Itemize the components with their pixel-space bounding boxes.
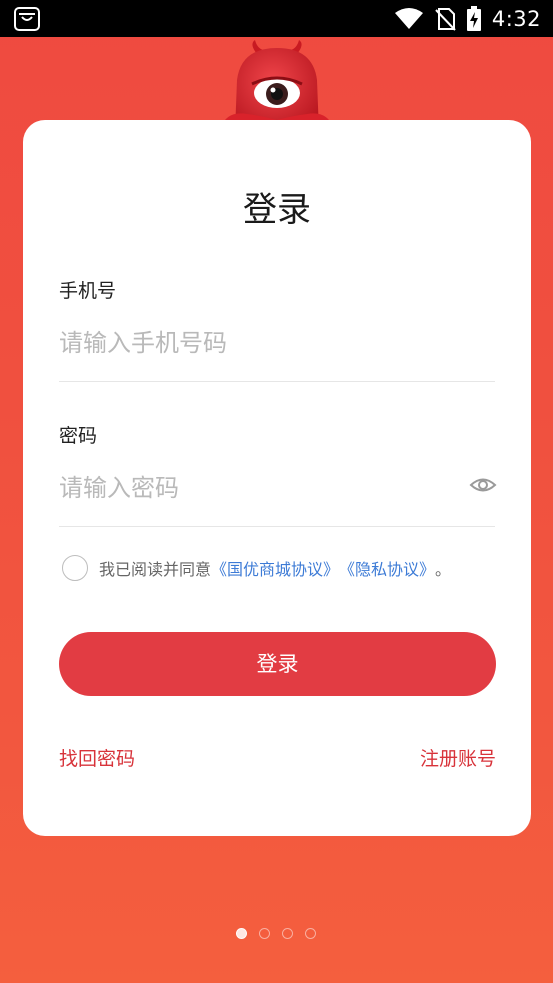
privacy-link[interactable]: 《隐私协议》 (339, 556, 435, 580)
page-indicator (236, 928, 316, 939)
phone-label: 手机号 (59, 280, 117, 302)
password-input[interactable] (59, 468, 459, 508)
status-bar: 4:32 (0, 0, 553, 37)
page-dot[interactable] (305, 928, 316, 939)
agreement-checkbox[interactable] (62, 555, 88, 581)
status-icons: 4:32 (394, 5, 541, 33)
eye-icon[interactable] (469, 473, 497, 497)
register-link[interactable]: 注册账号 (420, 744, 496, 771)
no-sim-icon (435, 8, 456, 31)
password-label: 密码 (59, 425, 98, 447)
status-time: 4:32 (491, 7, 541, 31)
shopping-bag-icon (14, 7, 40, 31)
agreement-row: 我已阅读并同意 《国优商城协议》 《隐私协议》 。 (62, 553, 451, 583)
battery-charging-icon (466, 6, 481, 31)
wifi-icon (394, 8, 423, 29)
phone-divider (59, 381, 495, 382)
page-dot[interactable] (259, 928, 270, 939)
phone-input[interactable] (59, 323, 495, 363)
password-divider (59, 526, 495, 527)
page-dot[interactable] (236, 928, 247, 939)
agreement-suffix: 。 (435, 560, 452, 579)
login-button[interactable]: 登录 (59, 632, 496, 696)
login-card: 登录 手机号 密码 我已阅读并同意 《国优商城协议》 《隐私协议》 。 登录 找… (23, 120, 531, 836)
agreement-prefix: 我已阅读并同意 (99, 560, 212, 579)
page-title: 登录 (243, 190, 311, 230)
terms-link[interactable]: 《国优商城协议》 (211, 556, 339, 580)
page-dot[interactable] (282, 928, 293, 939)
forgot-password-link[interactable]: 找回密码 (59, 744, 135, 771)
mascot-icon (219, 40, 335, 132)
